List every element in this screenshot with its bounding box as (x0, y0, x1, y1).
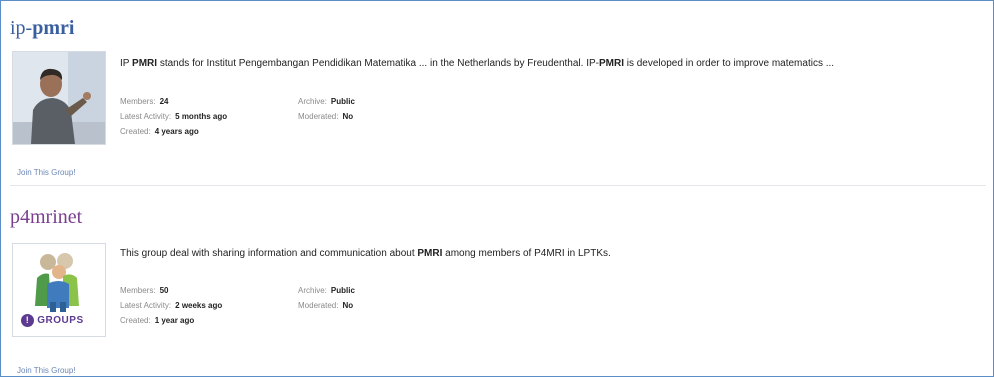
moderated-label: Moderated: (298, 301, 339, 310)
group-title-link[interactable]: ip-pmri (10, 17, 74, 39)
activity-value: 2 weeks ago (175, 301, 223, 310)
created-value: 1 year ago (154, 316, 195, 325)
moderated-value: No (342, 112, 354, 121)
group-photo[interactable] (12, 51, 106, 145)
archive-field: Archive: Public (298, 94, 355, 109)
meta-row: Created: 1 year ago (120, 313, 222, 328)
description-text: stands for Institut Pengembangan Pendidi… (157, 58, 599, 69)
meta-row: Members: 24 Archive: Public (120, 94, 355, 109)
description-keyword: PMRI (598, 58, 624, 69)
created-label: Created: (120, 316, 151, 325)
members-value: 50 (159, 286, 169, 295)
group-title-prefix: ip- (10, 17, 33, 39)
group-logo[interactable]: ! GROUPS (12, 243, 106, 337)
person-teaching-photo-icon (13, 52, 105, 144)
group-meta: Members: 24 Archive: Public Latest Activit… (120, 94, 355, 139)
description-keyword: PMRI (417, 248, 443, 259)
moderated-field: Moderated: No (298, 298, 353, 313)
yahoo-groups-text: ! GROUPS (21, 314, 84, 327)
meta-row: Members: 50 Archive: Public (120, 283, 355, 298)
archive-value: Public (330, 97, 355, 106)
group-description: This group deal with sharing information… (120, 248, 611, 259)
meta-row: Latest Activity: 2 weeks ago Moderated: No (120, 298, 353, 313)
join-group-link[interactable]: Join This Group! (17, 168, 76, 177)
group-meta: Members: 50 Archive: Public Latest Activit… (120, 283, 355, 328)
description-text: among members of P4MRI in LPTKs. (442, 248, 611, 259)
group-title-strong: pmri (32, 17, 75, 39)
archive-field: Archive: Public (298, 283, 355, 298)
members-label: Members: (120, 286, 156, 295)
group-title-link[interactable]: p4mrinet (10, 206, 82, 228)
groups-list: ip-pmri Join This Group! IP PMRI stands … (0, 0, 994, 377)
activity-value: 5 months ago (175, 112, 228, 121)
created-label: Created: (120, 127, 151, 136)
archive-label: Archive: (298, 97, 327, 106)
group-description: IP PMRI stands for Institut Pengembangan… (120, 58, 834, 69)
description-text: is developed in order to improve matemat… (623, 58, 835, 69)
meta-row: Latest Activity: 5 months ago Moderated: N… (120, 109, 353, 124)
archive-value: Public (330, 286, 355, 295)
description-keyword: PMRI (132, 58, 158, 69)
members-value: 24 (159, 97, 169, 106)
created-value: 4 years ago (154, 127, 199, 136)
description-text: IP (120, 58, 133, 69)
moderated-value: No (342, 301, 354, 310)
activity-label: Latest Activity: (120, 301, 172, 310)
meta-row: Created: 4 years ago (120, 124, 227, 139)
activity-label: Latest Activity: (120, 112, 172, 121)
logo-text: GROUPS (37, 315, 84, 327)
moderated-field: Moderated: No (298, 109, 353, 124)
description-text: This group deal with sharing information… (120, 248, 418, 259)
yahoo-mark-icon: ! (21, 314, 34, 327)
group-divider (10, 185, 986, 186)
members-label: Members: (120, 97, 156, 106)
join-group-link[interactable]: Join This Group! (17, 366, 76, 375)
moderated-label: Moderated: (298, 112, 339, 121)
archive-label: Archive: (298, 286, 327, 295)
